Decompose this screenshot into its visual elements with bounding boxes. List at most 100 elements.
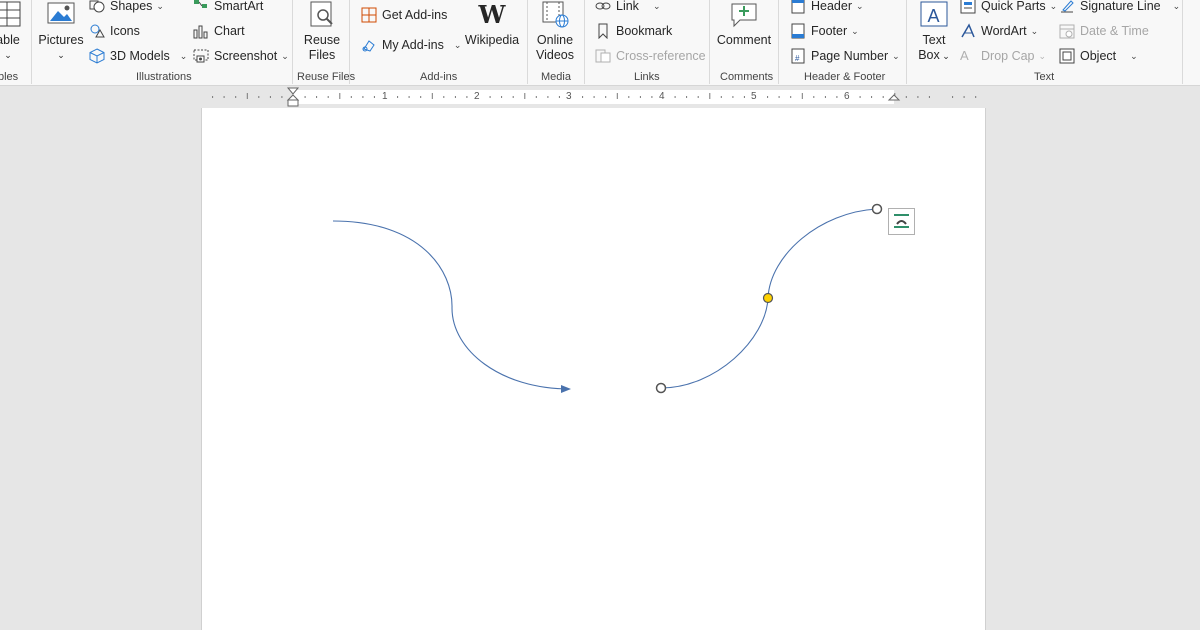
reuse-files-button[interactable]: Reuse Files [300, 0, 344, 63]
svg-text:A: A [928, 6, 940, 26]
page-number-button[interactable]: # Page Number ⌄ [790, 46, 900, 66]
svg-text:#: # [795, 54, 800, 63]
text-box-button[interactable]: A Text Box ⌄ [914, 0, 954, 64]
group-separator [778, 0, 779, 84]
ruler-tick [281, 96, 283, 98]
chart-label: Chart [214, 24, 245, 38]
smartart-button[interactable]: SmartArt [193, 0, 263, 16]
online-videos-button[interactable]: Online Videos [533, 0, 577, 63]
text-box-label-1: Text [922, 33, 946, 47]
comment-button[interactable]: Comment [716, 0, 772, 48]
pictures-label: Pictures [38, 33, 84, 47]
table-button[interactable]: able ⌄ [0, 0, 28, 63]
table-label: able [0, 33, 20, 47]
horizontal-ruler[interactable]: 1 2 3 4 5 6 [0, 87, 1200, 107]
get-add-ins-button[interactable]: Get Add-ins [361, 5, 447, 25]
group-label-header-footer: Header & Footer [804, 71, 886, 83]
ruler-tick [963, 96, 965, 98]
ruler-tick [743, 96, 745, 98]
chevron-down-icon: ⌄ [57, 50, 65, 60]
chevron-down-icon: ⌄ [1130, 50, 1138, 61]
cross-reference-label: Cross-reference [616, 49, 706, 63]
group-label-text: Text [1034, 71, 1055, 83]
ruler-tick [859, 96, 861, 98]
3d-models-button[interactable]: 3D Models ⌄ [89, 46, 187, 66]
ruler-tick [767, 96, 769, 98]
ruler-tick [605, 96, 607, 98]
group-separator [584, 0, 585, 84]
ruler-tick [975, 96, 977, 98]
chevron-down-icon: ⌄ [939, 51, 950, 61]
chart-icon [193, 23, 209, 39]
group-label-reuse-files: Reuse Files [297, 71, 356, 83]
shapes-button[interactable]: Shapes ⌄ [89, 0, 164, 16]
bookmark-button[interactable]: Bookmark [595, 21, 672, 41]
ruler-tick [304, 96, 306, 98]
ruler-tick [732, 96, 734, 98]
icons-icon [89, 23, 105, 39]
ruler-tick [871, 96, 873, 98]
header-button[interactable]: Header ⌄ [790, 0, 864, 16]
ruler-tick [952, 96, 954, 98]
footer-button[interactable]: Footer ⌄ [790, 21, 859, 41]
bookmark-label: Bookmark [616, 24, 673, 38]
ruler-ticks [0, 87, 1200, 107]
ruler-number: 5 [751, 91, 757, 102]
screenshot-label: Screenshot [214, 49, 278, 63]
reuse-files-label-2: Files [308, 48, 336, 62]
wikipedia-button[interactable]: W Wikipedia [464, 0, 520, 48]
object-button[interactable]: Object ⌄ [1059, 46, 1138, 66]
chart-button[interactable]: Chart [193, 21, 245, 41]
group-separator [292, 0, 293, 84]
my-add-ins-button[interactable]: My Add-ins ⌄ [361, 35, 461, 55]
bookmark-icon [595, 23, 611, 40]
calendar-icon [1059, 23, 1075, 39]
group-separator [349, 0, 350, 84]
pictures-button[interactable]: Pictures ⌄ [38, 0, 84, 63]
ruler-number: 6 [844, 91, 850, 102]
link-button[interactable]: Link ⌄ [595, 0, 660, 16]
signature-icon [1059, 0, 1075, 14]
chevron-down-icon: ⌄ [851, 25, 859, 36]
ruler-number: 1 [382, 91, 388, 102]
drop-cap-label: Drop Cap [981, 49, 1035, 63]
ruler-tick [431, 93, 433, 99]
wordart-button[interactable]: WordArt ⌄ [960, 21, 1038, 41]
ruler-tick [420, 96, 422, 98]
pictures-icon [45, 0, 77, 30]
page-number-icon: # [790, 48, 806, 64]
quick-parts-icon [960, 0, 976, 14]
icons-button[interactable]: Icons [89, 21, 140, 41]
quick-parts-label: Quick Parts [981, 0, 1046, 13]
ruler-tick [512, 96, 514, 98]
drop-cap-icon: A [960, 48, 969, 63]
reuse-files-label-1: Reuse [303, 33, 341, 47]
online-videos-label-2: Videos [536, 48, 574, 62]
smartart-icon [193, 0, 209, 14]
ruler-tick [223, 96, 225, 98]
document-page[interactable] [201, 108, 986, 630]
signature-line-button[interactable]: Signature Line ⌄ [1059, 0, 1180, 16]
ruler-tick [709, 93, 711, 99]
screenshot-button[interactable]: Screenshot ⌄ [193, 46, 289, 66]
smartart-label: SmartArt [214, 0, 264, 13]
store-icon [361, 7, 377, 23]
ruler-tick [917, 96, 919, 98]
date-time-button[interactable]: Date & Time [1059, 21, 1149, 41]
reuse-files-icon [306, 0, 338, 30]
quick-parts-button[interactable]: Quick Parts ⌄ [960, 0, 1057, 16]
ruler-tick [593, 96, 595, 98]
ruler-tick [397, 96, 399, 98]
drop-cap-button[interactable]: A Drop Cap ⌄ [960, 46, 1046, 66]
ruler-tick [836, 96, 838, 98]
wikipedia-icon: W [478, 0, 506, 29]
my-add-ins-label: My Add-ins [382, 38, 444, 52]
cross-reference-button[interactable]: Cross-reference [595, 46, 706, 66]
ruler-tick [373, 96, 375, 98]
ruler-tick [408, 96, 410, 98]
shapes-label: Shapes [110, 0, 153, 13]
layout-options-button[interactable] [888, 208, 915, 235]
object-icon [1059, 48, 1075, 64]
ruler-number: 2 [474, 91, 480, 102]
ruler-tick [674, 96, 676, 98]
